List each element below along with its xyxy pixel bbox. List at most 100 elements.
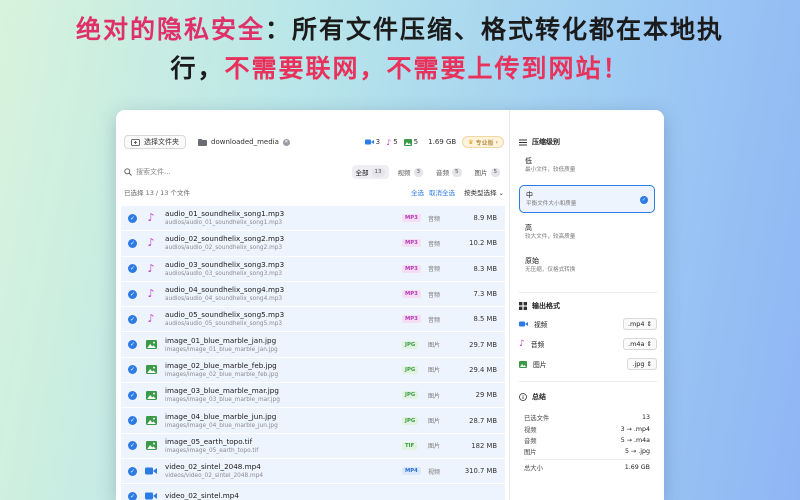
checkbox-checked-icon[interactable]: ✓ <box>128 491 137 500</box>
checkbox-checked-icon[interactable]: ✓ <box>128 441 137 451</box>
option-subtitle: 较大文件，较高质量 <box>525 234 576 240</box>
folder-icon <box>198 138 207 146</box>
file-size: 8.9 MB <box>473 214 498 223</box>
filter-video-label: 视频 <box>397 169 411 177</box>
search-input[interactable] <box>136 168 286 176</box>
checkbox-checked-icon[interactable]: ✓ <box>128 390 137 400</box>
file-meta: image_01_blue_marble_jan.jpg images/image… <box>165 336 385 354</box>
summary-key: 总大小 <box>524 465 543 472</box>
image-icon <box>403 138 412 146</box>
output-video-label: 视频 <box>534 321 548 329</box>
file-type-label: 图片 <box>428 342 441 350</box>
option-title: 高 <box>525 224 532 232</box>
filter-audio[interactable]: 音频 5 <box>432 165 466 179</box>
checkbox-checked-icon[interactable]: ✓ <box>128 466 137 476</box>
video-count: 3 <box>375 138 381 146</box>
pro-label: 专业版 <box>475 139 494 147</box>
compression-option-original[interactable]: 原始 无压缩，仅格式转换 <box>519 252 655 280</box>
checkmark-icon: ✓ <box>640 196 648 204</box>
audio-count: 5 <box>393 138 398 146</box>
chevron-updown-icon: ⇕ <box>646 320 652 328</box>
compression-option-medium[interactable]: 中 平衡文件大小和质量 ✓ <box>519 185 655 213</box>
image-icon <box>519 360 527 368</box>
chevron-right-icon: › <box>495 138 498 146</box>
pro-badge[interactable]: ♛ 专业版 › <box>462 136 504 148</box>
deselect-all-link[interactable]: 取消全选 <box>429 187 455 197</box>
file-name: image_03_blue_marble_mar.jpg <box>165 386 279 396</box>
filter-video[interactable]: 视频 3 <box>394 165 428 179</box>
output-audio-row: ♪ 音频 .m4a ⇕ <box>519 337 657 351</box>
headline-highlight: 绝对的隐私安全 <box>75 15 265 44</box>
filter-audio-label: 音频 <box>436 169 449 177</box>
compression-option-high[interactable]: 高 较大文件，较高质量 <box>519 219 655 247</box>
checkbox-checked-icon[interactable]: ✓ <box>128 264 137 274</box>
clear-folder-icon[interactable]: ✕ <box>282 138 290 146</box>
select-by-type-label: 按类型选择 <box>463 189 497 197</box>
file-row[interactable]: ✓ image_05_earth_topo.tif images/image_05_… <box>121 433 505 459</box>
file-row[interactable]: ✓ ♪ audio_04_soundhelix_song4.mp3 audios/au… <box>121 281 505 308</box>
checkbox-checked-icon[interactable]: ✓ <box>128 365 137 375</box>
checkbox-checked-icon[interactable]: ✓ <box>128 340 137 350</box>
headline-line-2: 行，不需要联网，不需要上传到网站！ <box>0 49 800 88</box>
file-type-icon <box>145 389 157 401</box>
compression-header: 压缩级别 <box>519 137 560 147</box>
audio-stat: ♪ 5 <box>386 138 398 147</box>
select-by-type-dropdown[interactable]: 按类型选择 ⌄ <box>464 187 504 197</box>
divider <box>519 381 657 382</box>
checkbox-checked-icon[interactable]: ✓ <box>128 289 137 299</box>
summary-value: 13 <box>641 414 650 421</box>
divider <box>519 292 657 293</box>
video-format-select[interactable]: .mp4 ⇕ <box>622 318 657 330</box>
file-type-icon: ♪ <box>145 212 157 224</box>
file-extension-badge: MP3 <box>402 315 421 324</box>
audio-format-select[interactable]: .m4a ⇕ <box>623 338 657 350</box>
filter-image[interactable]: 图片 5 <box>471 165 505 179</box>
image-icon <box>145 390 157 400</box>
file-row[interactable]: ✓ video_02_sintel_2048.mp4 videos/video_02… <box>121 458 505 485</box>
file-extension-badge: JPG <box>402 416 419 425</box>
file-type-label: 音频 <box>428 215 441 223</box>
app-window: 选择文件夹 downloaded_media ✕ 3 ♪ 5 5 1.69 GB… <box>116 110 664 500</box>
checkbox-checked-icon[interactable]: ✓ <box>128 314 137 324</box>
file-name: video_02_sintel_2048.mp4 <box>165 462 261 472</box>
music-note-icon: ♪ <box>147 261 155 275</box>
file-row[interactable]: ✓ image_03_blue_marble_mar.jpg images/imag… <box>121 383 505 409</box>
file-row[interactable]: ✓ video_02_sintel.mp4 <box>121 484 505 500</box>
select-all-link[interactable]: 全选 <box>411 187 424 197</box>
option-title: 原始 <box>525 257 539 265</box>
file-row[interactable]: ✓ image_01_blue_marble_jan.jpg images/imag… <box>121 332 505 358</box>
file-row[interactable]: ✓ ♪ audio_05_soundhelix_song5.mp3 audios/au… <box>121 307 505 333</box>
file-row[interactable]: ✓ ♪ audio_02_soundhelix_song2.mp3 audios/au… <box>121 231 505 257</box>
file-type-icon <box>145 364 157 376</box>
image-icon <box>145 416 157 426</box>
file-row[interactable]: ✓ ♪ audio_01_soundhelix_song1.mp3 audios/au… <box>121 206 505 232</box>
summary-row: 总大小 1.69 GB <box>524 462 650 473</box>
file-row[interactable]: ✓ image_04_blue_marble_jun.jpg images/imag… <box>121 408 505 434</box>
filter-all[interactable]: 全部 13 <box>351 165 389 179</box>
file-extension-badge: MP3 <box>402 214 421 223</box>
file-size: 182 MB <box>471 441 497 450</box>
video-icon <box>145 492 157 500</box>
image-format-select[interactable]: .jpg ⇕ <box>627 358 657 370</box>
file-meta: video_02_sintel_2048.mp4 videos/video_02_… <box>165 462 385 480</box>
file-row[interactable]: ✓ image_02_blue_marble_feb.jpg images/imag… <box>121 357 505 384</box>
checkbox-checked-icon[interactable]: ✓ <box>128 213 137 223</box>
file-path: images/image_04_blue_marble_jun.jpg <box>165 422 278 429</box>
file-meta: video_02_sintel.mp4 <box>165 491 385 500</box>
summary-header: 总结 <box>519 392 546 402</box>
file-row[interactable]: ✓ ♪ audio_03_soundhelix_song3.mp3 audios/au… <box>121 256 505 282</box>
checkbox-checked-icon[interactable]: ✓ <box>128 416 137 426</box>
file-type-label: 音频 <box>428 266 441 274</box>
select-folder-button[interactable]: 选择文件夹 <box>124 135 186 149</box>
summary-row: 图片 5 → .jpg <box>524 446 650 457</box>
file-path: audios/audio_04_soundhelix_song4.mp3 <box>165 296 283 303</box>
file-path: images/image_03_blue_marble_mar.jpg <box>165 397 280 404</box>
file-path: audios/audio_03_soundhelix_song3.mp3 <box>165 270 283 277</box>
video-icon <box>364 139 374 145</box>
checkbox-checked-icon[interactable]: ✓ <box>128 238 137 248</box>
compression-option-low[interactable]: 低 最小文件，较低质量 <box>519 152 655 180</box>
file-type-label: 音频 <box>428 240 441 248</box>
file-type-icon <box>145 415 157 427</box>
music-note-icon: ♪ <box>147 236 155 250</box>
file-type-label: 图片 <box>428 367 441 375</box>
